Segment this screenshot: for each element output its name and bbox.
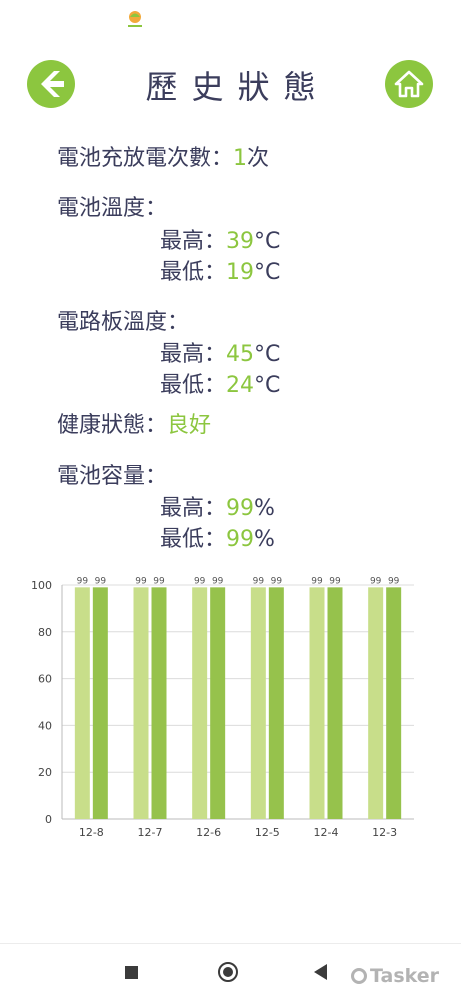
charge-cycles-unit: 次 xyxy=(247,146,270,171)
battery-temp-label: 電池溫度： xyxy=(57,196,168,221)
app-logo-icon xyxy=(128,11,142,27)
bar-value-label: 99 xyxy=(194,576,206,586)
health-label: 健康狀態： xyxy=(57,413,168,438)
bar-value-label: 99 xyxy=(329,576,341,586)
recents-square-icon[interactable] xyxy=(125,966,138,979)
home-icon xyxy=(394,70,424,98)
home-circle-icon[interactable] xyxy=(218,962,238,982)
bar xyxy=(327,587,343,819)
battery-temp-min-label: 最低： xyxy=(160,260,227,285)
charge-cycles-value: 1 xyxy=(233,146,248,171)
battery-temp-min-value: 19 xyxy=(226,260,255,285)
bar-value-label: 99 xyxy=(370,576,382,586)
y-tick-label: 80 xyxy=(38,626,52,639)
bar-value-label: 99 xyxy=(388,576,400,586)
bar xyxy=(192,587,208,819)
charge-cycles-row: 電池充放電次數：1次 xyxy=(57,140,269,172)
bar-value-label: 99 xyxy=(135,576,147,586)
board-temp-max-value: 45 xyxy=(226,342,255,367)
bar xyxy=(268,587,284,819)
bar xyxy=(210,587,226,819)
bar xyxy=(386,587,402,819)
bar xyxy=(151,587,167,819)
bar-value-label: 99 xyxy=(253,576,265,586)
y-tick-label: 0 xyxy=(45,813,52,826)
capacity-max-unit: % xyxy=(254,496,275,521)
battery-temp-min-row: 最低：19°C xyxy=(160,254,280,286)
health-row: 健康狀態：良好 xyxy=(57,407,211,439)
capacity-max-label: 最高： xyxy=(160,496,227,521)
x-tick-label: 12-8 xyxy=(79,826,104,839)
board-temp-label: 電路板溫度： xyxy=(57,310,190,335)
x-tick-label: 12-7 xyxy=(138,826,163,839)
board-temp-max-row: 最高：45°C xyxy=(160,336,280,368)
x-tick-label: 12-4 xyxy=(314,826,339,839)
capacity-label: 電池容量： xyxy=(57,464,168,489)
bar xyxy=(133,587,149,819)
capacity-max-row: 最高：99% xyxy=(160,490,275,522)
battery-temp-max-row: 最高：39°C xyxy=(160,223,280,255)
x-tick-label: 12-3 xyxy=(372,826,397,839)
board-temp-min-unit: °C xyxy=(254,373,281,398)
bar xyxy=(309,587,325,819)
y-tick-label: 60 xyxy=(38,673,52,686)
tasker-gear-icon xyxy=(351,968,367,984)
bar-value-label: 99 xyxy=(311,576,323,586)
battery-temp-max-unit: °C xyxy=(254,229,281,254)
x-tick-label: 12-5 xyxy=(255,826,280,839)
bar xyxy=(250,587,266,819)
bar-value-label: 99 xyxy=(95,576,107,586)
board-temp-min-value: 24 xyxy=(226,373,255,398)
capacity-min-row: 最低：99% xyxy=(160,521,275,553)
bar-value-label: 99 xyxy=(153,576,165,586)
capacity-max-value: 99 xyxy=(226,496,255,521)
tasker-watermark-text: Tasker xyxy=(370,965,440,987)
battery-temp-max-value: 39 xyxy=(226,229,255,254)
capacity-min-label: 最低： xyxy=(160,527,227,552)
capacity-history-chart: 0 20 40 60 80 100 99 99 12-8 99 99 12-7 99 99 12-6 99 99… xyxy=(31,576,414,839)
y-tick-label: 100 xyxy=(31,579,52,592)
back-triangle-icon[interactable] xyxy=(314,964,327,980)
board-temp-min-row: 最低：24°C xyxy=(160,367,280,399)
capacity-min-unit: % xyxy=(254,527,275,552)
bar xyxy=(368,587,384,819)
board-temp-max-unit: °C xyxy=(254,342,281,367)
bar-value-label: 99 xyxy=(212,576,224,586)
board-temp-max-label: 最高： xyxy=(160,342,227,367)
battery-temp-max-label: 最高： xyxy=(160,229,227,254)
bar xyxy=(74,587,90,819)
bar-value-label: 99 xyxy=(77,576,89,586)
home-button[interactable] xyxy=(385,60,433,108)
bar-value-label: 99 xyxy=(271,576,283,586)
y-tick-label: 40 xyxy=(38,719,52,732)
board-temp-min-label: 最低： xyxy=(160,373,227,398)
y-tick-label: 20 xyxy=(38,766,52,779)
charge-cycles-label: 電池充放電次數： xyxy=(57,146,234,171)
bar xyxy=(92,587,108,819)
capacity-min-value: 99 xyxy=(226,527,255,552)
x-tick-label: 12-6 xyxy=(196,826,221,839)
battery-temp-min-unit: °C xyxy=(254,260,281,285)
health-value: 良好 xyxy=(167,413,212,438)
tasker-watermark: Tasker xyxy=(351,965,439,987)
